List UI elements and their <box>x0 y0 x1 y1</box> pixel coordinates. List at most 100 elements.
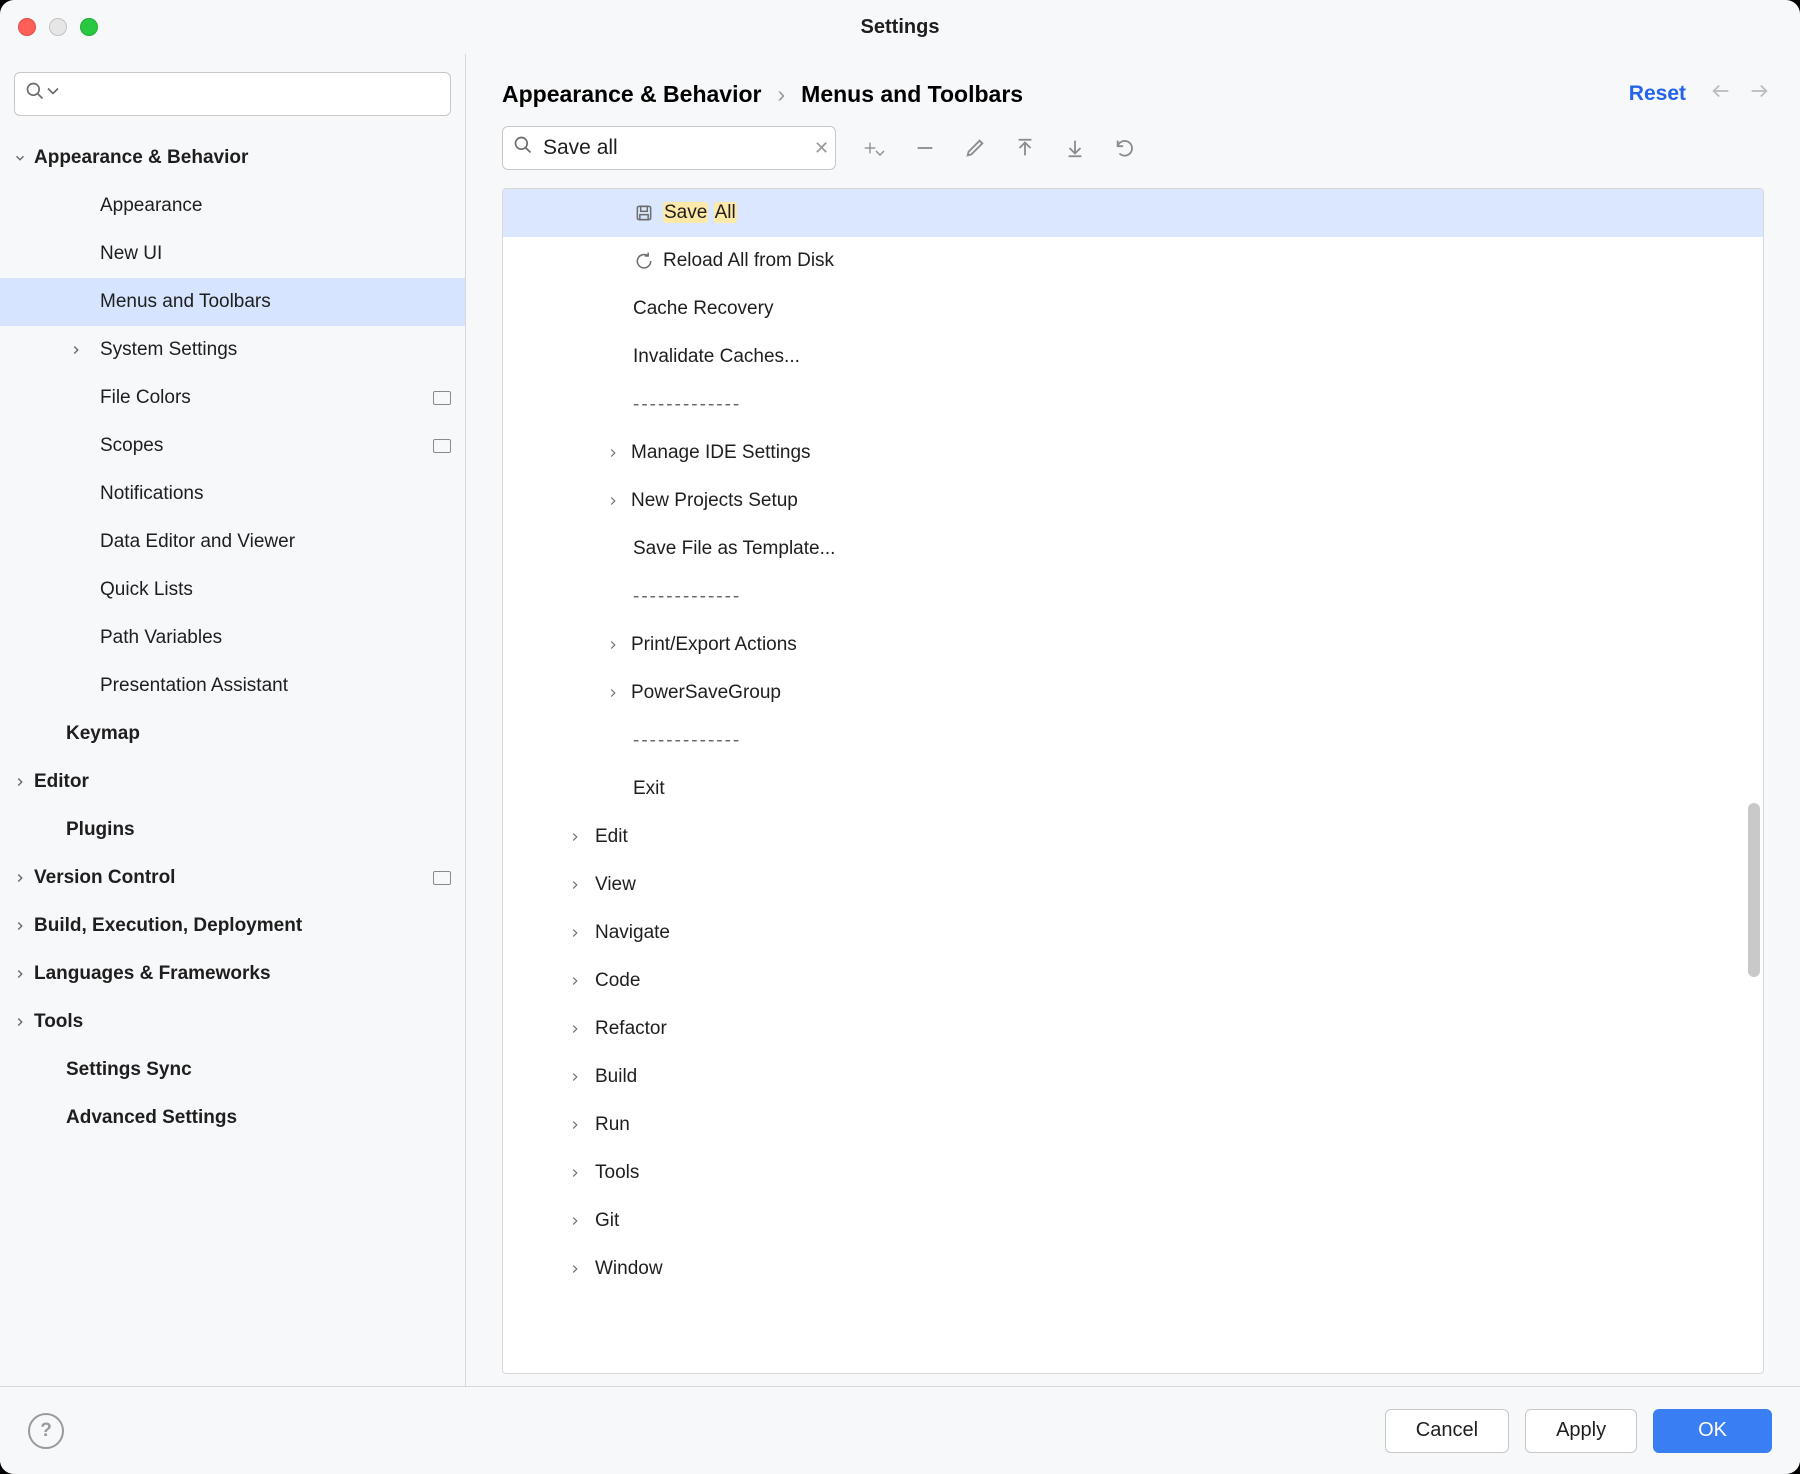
sidebar-item[interactable]: Editor <box>0 758 465 806</box>
menu-item[interactable]: Manage IDE Settings <box>503 429 1763 477</box>
revert-icon[interactable] <box>1112 135 1138 161</box>
sidebar-item[interactable]: File Colors <box>0 374 465 422</box>
chevron-right-icon[interactable] <box>565 971 585 991</box>
chevron-right-icon[interactable] <box>603 491 623 511</box>
sidebar-item[interactable]: Keymap <box>0 710 465 758</box>
project-scope-icon <box>433 391 451 405</box>
sidebar-item[interactable]: Plugins <box>0 806 465 854</box>
filter-input[interactable] <box>543 136 814 160</box>
sidebar-item[interactable]: Build, Execution, Deployment <box>0 902 465 950</box>
sidebar-item[interactable]: Presentation Assistant <box>0 662 465 710</box>
menu-item[interactable]: Cache Recovery <box>503 285 1763 333</box>
menu-item[interactable]: Edit <box>503 813 1763 861</box>
menu-item[interactable]: Navigate <box>503 909 1763 957</box>
sidebar-item[interactable]: Quick Lists <box>0 566 465 614</box>
menu-item[interactable]: Tools <box>503 1149 1763 1197</box>
chevron-right-icon[interactable] <box>565 827 585 847</box>
chevron-right-icon[interactable] <box>565 1163 585 1183</box>
chevron-right-icon[interactable] <box>10 772 30 792</box>
chevron-right-icon[interactable] <box>10 916 30 936</box>
project-scope-icon <box>433 871 451 885</box>
menu-item[interactable]: PowerSaveGroup <box>503 669 1763 717</box>
menu-item[interactable]: Exit <box>503 765 1763 813</box>
chevron-right-icon[interactable] <box>565 1067 585 1087</box>
back-icon[interactable] <box>1710 80 1732 108</box>
apply-button[interactable]: Apply <box>1525 1409 1637 1453</box>
edit-action-icon[interactable] <box>962 135 988 161</box>
menu-item[interactable]: Git <box>503 1197 1763 1245</box>
forward-icon[interactable] <box>1748 80 1770 108</box>
menu-item-label: New Projects Setup <box>631 490 798 512</box>
chevron-right-icon[interactable] <box>10 868 30 888</box>
menu-item[interactable]: Window <box>503 1245 1763 1293</box>
add-action-icon[interactable] <box>862 135 888 161</box>
menu-item[interactable]: Invalidate Caches... <box>503 333 1763 381</box>
sidebar-item-label: Notifications <box>100 483 204 505</box>
menu-separator[interactable]: ------------- <box>503 573 1763 621</box>
menu-item[interactable]: Run <box>503 1101 1763 1149</box>
clear-filter-icon[interactable]: ✕ <box>814 138 829 159</box>
sidebar-item[interactable]: Menus and Toolbars <box>0 278 465 326</box>
chevron-right-icon[interactable] <box>603 635 623 655</box>
menu-item-label: PowerSaveGroup <box>631 682 781 704</box>
sidebar-search-input[interactable] <box>71 83 440 105</box>
chevron-right-icon[interactable] <box>565 1259 585 1279</box>
sidebar-item[interactable]: Version Control <box>0 854 465 902</box>
chevron-right-icon[interactable] <box>565 1211 585 1231</box>
sidebar-item[interactable]: New UI <box>0 230 465 278</box>
chevron-right-icon[interactable] <box>565 1115 585 1135</box>
ok-button[interactable]: OK <box>1653 1409 1772 1453</box>
sidebar-item[interactable]: Languages & Frameworks <box>0 950 465 998</box>
chevron-right-icon[interactable] <box>565 1019 585 1039</box>
sidebar-item[interactable]: Settings Sync <box>0 1046 465 1094</box>
menu-item[interactable]: Save File as Template... <box>503 525 1763 573</box>
menu-separator[interactable]: ------------- <box>503 717 1763 765</box>
move-down-icon[interactable] <box>1062 135 1088 161</box>
menu-item[interactable]: View <box>503 861 1763 909</box>
menu-item[interactable]: Print/Export Actions <box>503 621 1763 669</box>
move-up-icon[interactable] <box>1012 135 1038 161</box>
sidebar-item[interactable]: Appearance <box>0 182 465 230</box>
help-icon[interactable]: ? <box>28 1413 64 1449</box>
sidebar-search[interactable] <box>14 72 451 116</box>
sidebar-item[interactable]: Data Editor and Viewer <box>0 518 465 566</box>
sidebar-item[interactable]: System Settings <box>0 326 465 374</box>
menu-item[interactable]: Build <box>503 1053 1763 1101</box>
sidebar-item[interactable]: Path Variables <box>0 614 465 662</box>
chevron-right-icon[interactable] <box>10 1012 30 1032</box>
sidebar-item[interactable]: Notifications <box>0 470 465 518</box>
sidebar-item[interactable]: Advanced Settings <box>0 1094 465 1142</box>
chevron-right-icon[interactable] <box>603 443 623 463</box>
zoom-window-icon[interactable] <box>80 18 98 36</box>
sidebar-item-label: Quick Lists <box>100 579 193 601</box>
reset-button[interactable]: Reset <box>1629 82 1686 106</box>
chevron-right-icon[interactable] <box>565 875 585 895</box>
menu-item[interactable]: New Projects Setup <box>503 477 1763 525</box>
menu-item[interactable]: Reload All from Disk <box>503 237 1763 285</box>
sidebar-item[interactable]: Scopes <box>0 422 465 470</box>
chevron-down-icon[interactable] <box>10 148 30 168</box>
minimize-window-icon[interactable] <box>49 18 67 36</box>
remove-action-icon[interactable] <box>912 135 938 161</box>
filter-box[interactable]: ✕ <box>502 126 836 170</box>
sidebar-item[interactable]: Appearance & Behavior <box>0 134 465 182</box>
chevron-right-icon[interactable] <box>10 964 30 984</box>
sidebar-item-label: Menus and Toolbars <box>100 291 271 313</box>
cancel-button[interactable]: Cancel <box>1385 1409 1509 1453</box>
chevron-right-icon[interactable] <box>66 340 86 360</box>
chevron-right-icon[interactable] <box>565 923 585 943</box>
menu-tree[interactable]: Save AllReload All from DiskCache Recove… <box>502 188 1764 1374</box>
menu-separator[interactable]: ------------- <box>503 381 1763 429</box>
close-window-icon[interactable] <box>18 18 36 36</box>
sidebar-item-label: Advanced Settings <box>66 1107 237 1129</box>
menu-item[interactable]: Save All <box>503 189 1763 237</box>
scrollbar-thumb[interactable] <box>1748 803 1760 977</box>
sidebar-item-label: Appearance & Behavior <box>34 147 248 169</box>
sidebar-item-label: File Colors <box>100 387 191 409</box>
sidebar-item[interactable]: Tools <box>0 998 465 1046</box>
menu-item[interactable]: Refactor <box>503 1005 1763 1053</box>
chevron-right-icon[interactable] <box>603 683 623 703</box>
sidebar-item-label: System Settings <box>100 339 237 361</box>
menu-item[interactable]: Code <box>503 957 1763 1005</box>
search-dropdown-icon[interactable] <box>43 81 63 107</box>
